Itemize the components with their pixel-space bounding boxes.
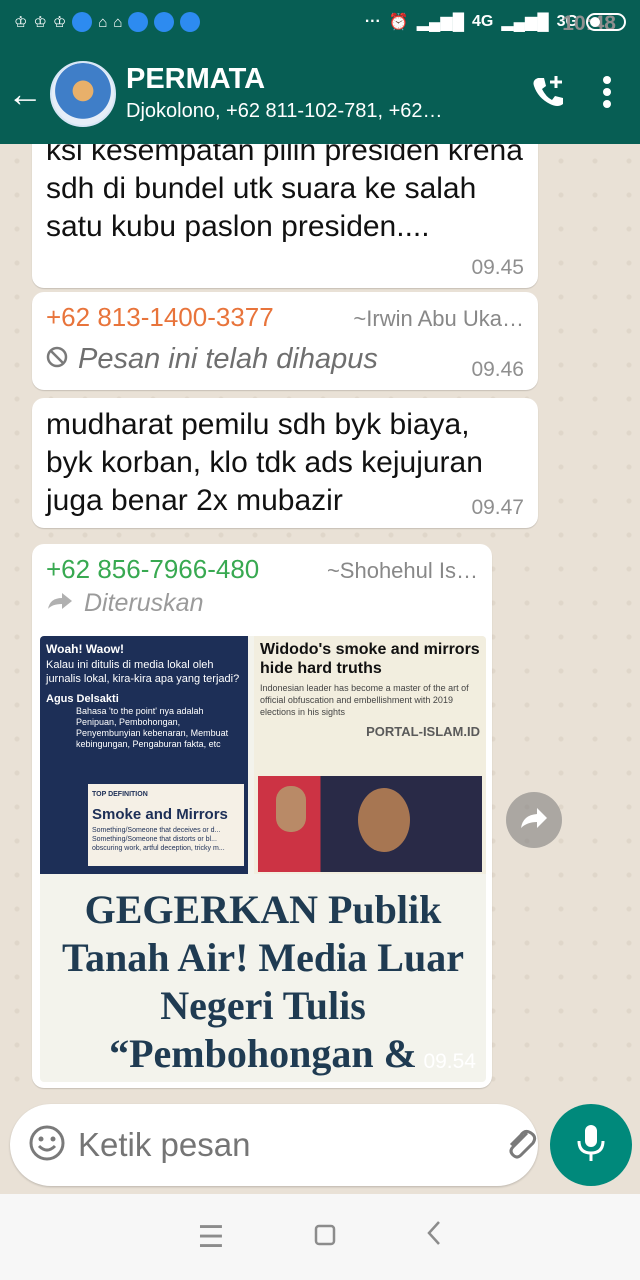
menu-icon[interactable]: ☰ (198, 1220, 225, 1255)
notification-icon: ♔ (52, 14, 67, 31)
message-bubble[interactable]: +62 856-7966-480 ~Shohehul Is… Diteruska… (32, 544, 492, 1088)
network-icon: ⌂ (98, 13, 108, 31)
network-type-4g: 4G (472, 13, 494, 30)
chat-header: ← PERMATA Djokolono, +62 811-102-781, +6… (0, 44, 640, 144)
app-notification-icon (72, 12, 93, 32)
message-text: mudharat pemilu sdh byk biaya, byk korba… (46, 408, 483, 517)
tweet-screenshot: Woah! Waow! Kalau ini ditulis di media l… (40, 636, 248, 874)
back-arrow-icon[interactable]: ← (0, 76, 50, 112)
message-bubble[interactable]: +62 813-1400-3377 ~Irwin Abu Uka… Pesan … (32, 292, 538, 390)
tweet-body: Kalau ini ditulis di media lokal oleh ju… (46, 659, 240, 685)
sender-alias: ~Irwin Abu Uka… (353, 306, 524, 331)
back-icon[interactable] (426, 1220, 442, 1254)
message-time: 09.54 (423, 1050, 476, 1073)
tweet-reply: Bahasa 'to the point' nya adalah Penipua… (76, 706, 229, 749)
message-time: 09.47 (471, 496, 524, 519)
more-notifications-icon: ··· (364, 13, 381, 30)
photo-face (358, 788, 410, 852)
definition-card: TOP DEFINITION Smoke and Mirrors Somethi… (88, 784, 244, 866)
card-label: TOP DEFINITION (92, 791, 148, 798)
home-icon[interactable] (314, 1220, 336, 1254)
alarm-icon: ⏰ (388, 14, 409, 31)
overflow-menu-icon[interactable] (602, 75, 612, 114)
forwarded-label: Diteruskan (32, 585, 492, 618)
tweet-author: Agus Delsakti (46, 693, 119, 705)
mic-icon (576, 1123, 606, 1168)
message-time: 09.46 (471, 358, 524, 381)
message-text: ksi kesempatan pilih presiden krena sdh … (46, 144, 523, 243)
sender-number[interactable]: +62 813-1400-3377 (46, 302, 274, 333)
news-subhead: Indonesian leader has become a master of… (260, 683, 469, 717)
card-text: Something/Someone that deceives or d... … (92, 827, 225, 852)
group-info[interactable]: PERMATA Djokolono, +62 811-102-781, +62… (126, 62, 528, 126)
image-headline: GEGERKAN Publik Tanah Air! Media Luar Ne… (62, 887, 464, 1076)
news-brand: PORTAL-ISLAM.ID (366, 724, 480, 739)
deleted-icon (46, 343, 68, 376)
signal-icon: ▂▄▆█ (416, 14, 465, 31)
battery-icon (586, 13, 626, 31)
news-photo (258, 776, 482, 872)
card-title: Smoke and Mirrors (92, 806, 228, 823)
composer-bar (0, 1104, 640, 1194)
share-button[interactable] (506, 792, 562, 848)
forwarded-text: Diteruskan (84, 589, 204, 617)
forward-icon (46, 589, 74, 618)
chat-area[interactable]: ksi kesempatan pilih presiden krena sdh … (0, 144, 640, 1104)
signal-icon: ▂▄▆█ (501, 14, 549, 31)
notification-icon: ♔ (33, 14, 47, 31)
notification-icons: ♔ ♔ ♔ ⌂ ⌂ (14, 12, 365, 32)
app-notification-icon (154, 12, 175, 32)
add-call-icon[interactable] (528, 72, 568, 117)
message-bubble[interactable]: mudharat pemilu sdh byk biaya, byk korba… (32, 398, 538, 528)
app-notification-icon (128, 12, 149, 32)
tweet-head: Woah! Waow! (46, 642, 124, 656)
group-name: PERMATA (126, 63, 266, 95)
message-image[interactable]: Woah! Waow! Kalau ini ditulis di media l… (40, 636, 486, 1082)
sender-number[interactable]: +62 856-7966-480 (46, 554, 259, 585)
share-icon (519, 806, 549, 835)
attach-icon[interactable] (503, 1125, 539, 1166)
news-screenshot: Widodo's smoke and mirrors hide hard tru… (254, 636, 486, 874)
photo-hand (276, 786, 306, 832)
emoji-icon[interactable] (28, 1124, 66, 1167)
network-icon: ⌂ (113, 13, 123, 31)
group-participants: Djokolono, +62 811-102-781, +62… (126, 100, 443, 122)
deleted-message: Pesan ini telah dihapus (32, 333, 538, 386)
group-avatar[interactable] (50, 61, 116, 127)
message-bubble[interactable]: ksi kesempatan pilih presiden krena sdh … (32, 144, 538, 288)
app-notification-icon (180, 12, 201, 32)
status-bar: 10:48 ♔ ♔ ♔ ⌂ ⌂ ··· ⏰ ▂▄▆█ 4G ▂▄▆█ 3G (0, 0, 640, 44)
message-input-container[interactable] (10, 1104, 599, 1186)
message-time: 09.45 (471, 256, 524, 279)
deleted-text: Pesan ini telah dihapus (78, 343, 378, 375)
message-input[interactable] (78, 1126, 503, 1164)
sender-alias: ~Shohehul Is… (326, 558, 478, 583)
system-nav-bar: ☰ (0, 1194, 640, 1280)
news-headline: Widodo's smoke and mirrors hide hard tru… (260, 641, 480, 677)
notification-icon: ♔ (14, 14, 28, 31)
voice-record-button[interactable] (550, 1104, 632, 1186)
